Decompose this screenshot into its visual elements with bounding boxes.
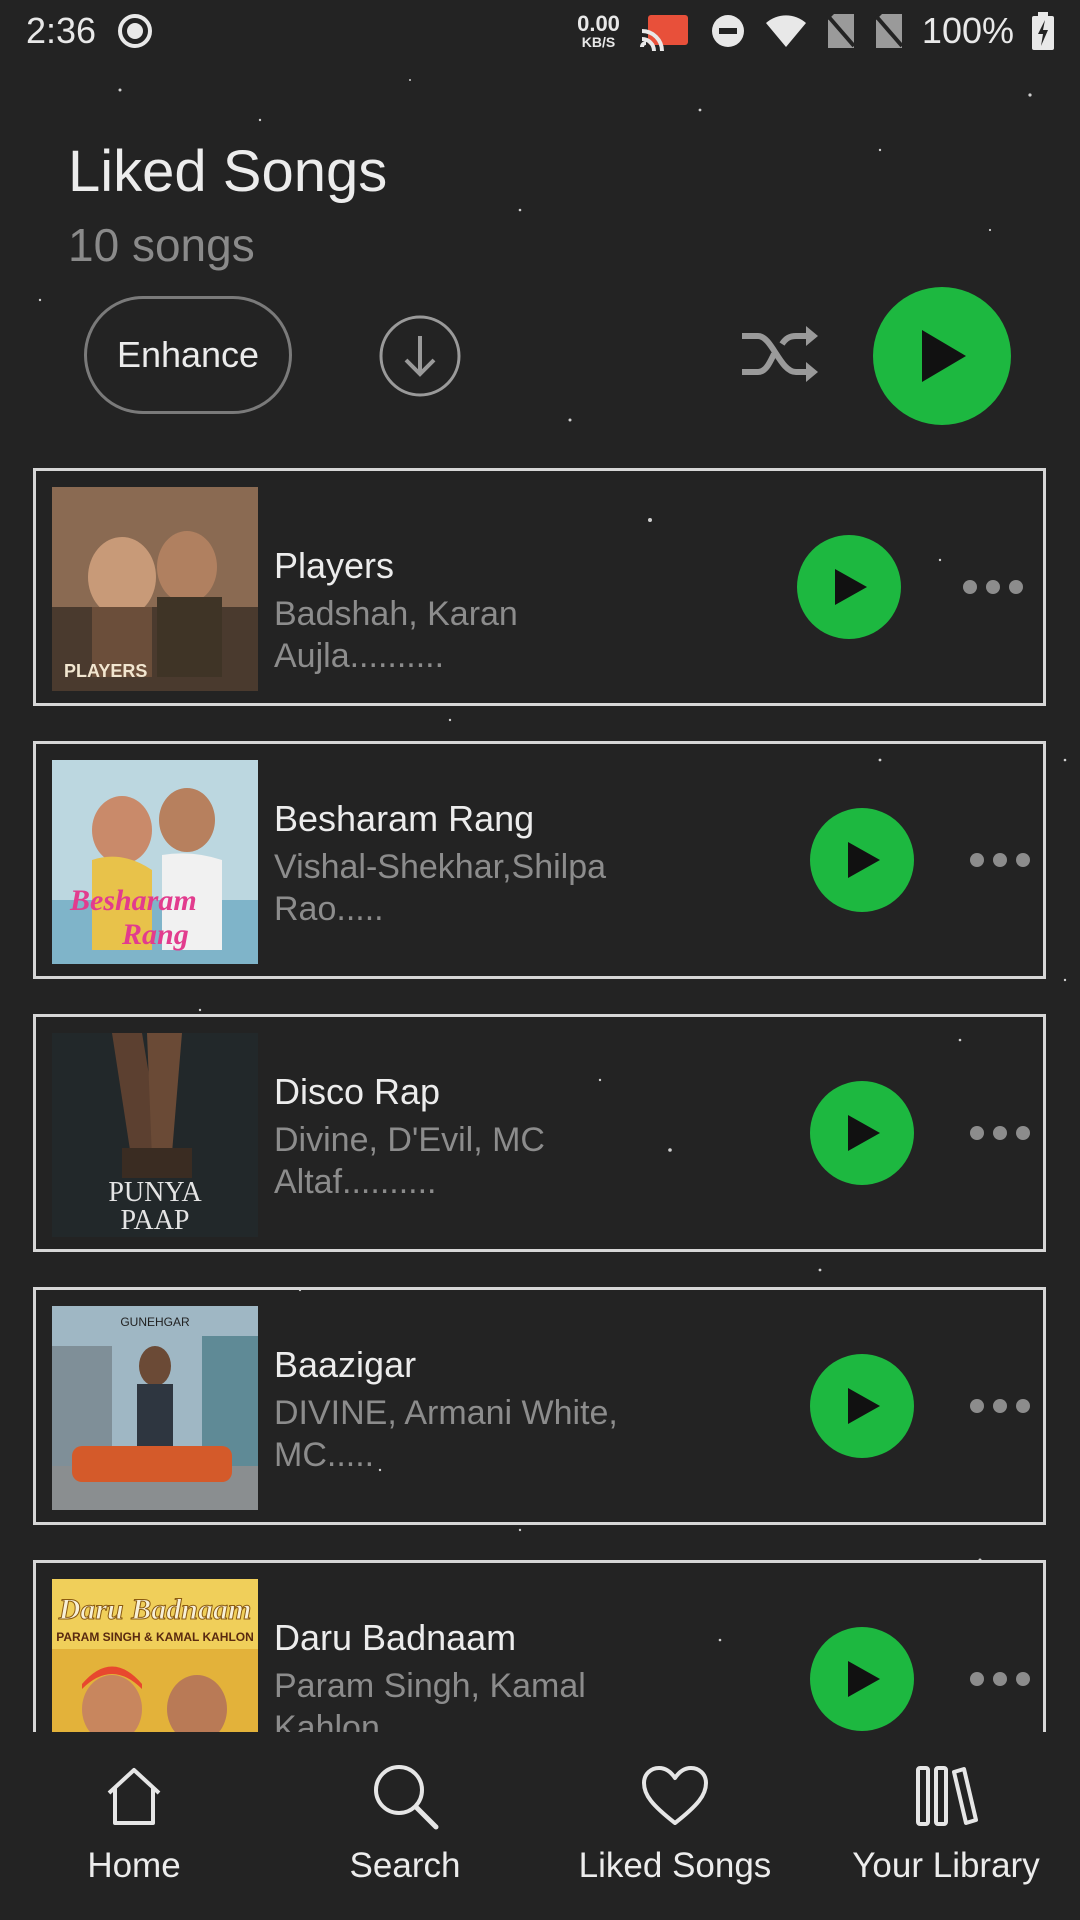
nav-liked-songs[interactable]: Liked Songs (565, 1732, 785, 1920)
play-icon (848, 1661, 880, 1697)
album-art: PUNYA PAAP (52, 1033, 258, 1237)
home-icon (107, 1768, 161, 1825)
svg-text:PARAM SINGH & KAMAL KAHLON: PARAM SINGH & KAMAL KAHLON (56, 1630, 254, 1644)
song-row[interactable]: Daru Badnaam PARAM SINGH & KAMAL KAHLON … (33, 1560, 1046, 1732)
song-artists: DIVINE, Armani White, MC..... (274, 1394, 618, 1474)
nav-your-library[interactable]: Your Library (840, 1732, 1052, 1920)
svg-text:Daru Badnaam: Daru Badnaam (58, 1593, 252, 1626)
more-options-button[interactable] (963, 577, 1023, 597)
bottom-navigation: Home Search Liked Songs Your Library (0, 1732, 1080, 1920)
nav-home-label: Home (87, 1846, 181, 1885)
album-art: PLAYERS (52, 487, 258, 691)
svg-text:Rang: Rang (121, 918, 189, 951)
song-play-button[interactable] (810, 1354, 914, 1458)
more-options-button[interactable] (970, 1669, 1030, 1689)
song-play-button[interactable] (810, 808, 914, 912)
more-options-button[interactable] (970, 1123, 1030, 1143)
nav-liked-songs-label: Liked Songs (578, 1846, 772, 1885)
song-play-button[interactable] (810, 1627, 914, 1731)
song-play-button[interactable] (797, 535, 901, 639)
song-title: Daru Badnaam (274, 1617, 517, 1658)
album-art: GUNEHGAR (52, 1306, 258, 1510)
search-icon (374, 1765, 439, 1830)
nav-home[interactable]: Home (64, 1732, 204, 1920)
more-options-button[interactable] (970, 850, 1030, 870)
song-artists: Divine, D'Evil, MC Altaf.......... (274, 1121, 545, 1201)
svg-text:PAAP: PAAP (120, 1205, 189, 1236)
song-title: Besharam Rang (274, 798, 535, 839)
album-art-text: PLAYERS (64, 661, 147, 681)
nav-search-label: Search (349, 1846, 461, 1885)
song-play-button[interactable] (810, 1081, 914, 1185)
play-icon (848, 842, 880, 878)
more-options-button[interactable] (970, 1396, 1030, 1416)
album-art: Besharam Rang (52, 760, 258, 964)
song-title: Disco Rap (274, 1071, 441, 1112)
song-row[interactable]: GUNEHGAR Baazigar DIVINE, Armani White, … (33, 1287, 1046, 1525)
svg-text:GUNEHGAR: GUNEHGAR (120, 1315, 190, 1329)
album-art: Daru Badnaam PARAM SINGH & KAMAL KAHLON (52, 1579, 258, 1732)
song-row[interactable]: Besharam Rang Besharam Rang Vishal-Shekh… (33, 741, 1046, 979)
play-icon (835, 569, 867, 605)
song-row[interactable]: PLAYERS Players Badshah, Karan Aujla....… (33, 468, 1046, 706)
nav-your-library-label: Your Library (852, 1846, 1040, 1885)
song-artists: Vishal-Shekhar,Shilpa Rao..... (274, 848, 607, 928)
song-title: Players (274, 545, 395, 586)
library-icon (916, 1766, 978, 1826)
play-icon (848, 1115, 880, 1151)
nav-search[interactable]: Search (335, 1732, 475, 1920)
svg-text:PUNYA: PUNYA (108, 1177, 202, 1208)
song-list: PLAYERS Players Badshah, Karan Aujla....… (0, 0, 1080, 1732)
song-row[interactable]: PUNYA PAAP Disco Rap Divine, D'Evil, MC … (33, 1014, 1046, 1252)
song-artists: Badshah, Karan Aujla.......... (274, 595, 518, 675)
svg-text:Besharam: Besharam (69, 884, 197, 917)
play-icon (848, 1388, 880, 1424)
song-artists: Param Singh, Kamal Kahlon (274, 1667, 586, 1732)
song-title: Baazigar (274, 1344, 417, 1385)
heart-icon (642, 1766, 708, 1825)
